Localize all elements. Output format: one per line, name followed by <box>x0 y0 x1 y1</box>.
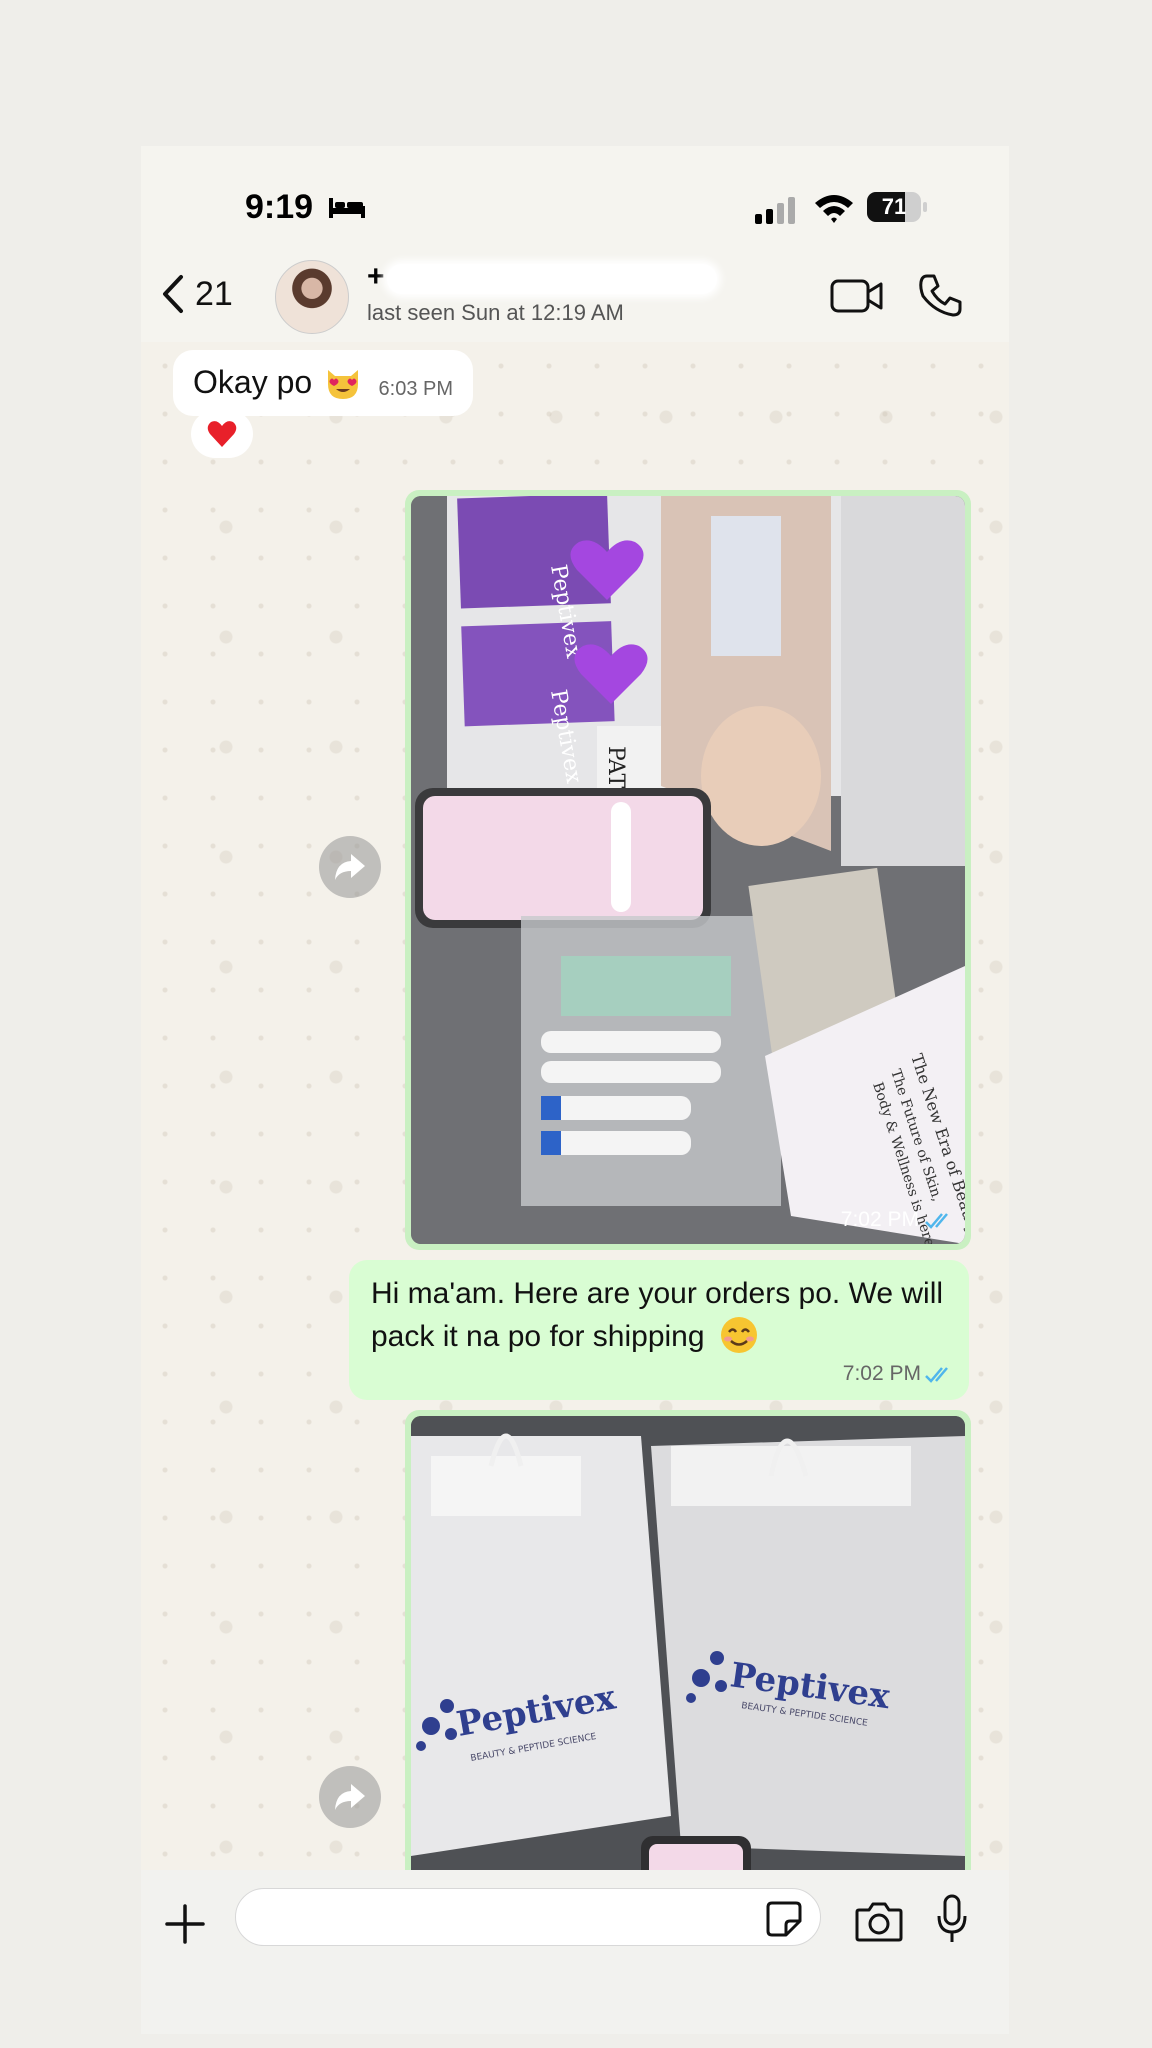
contact-name[interactable]: + <box>367 260 385 294</box>
message-text-field[interactable] <box>256 1899 740 1937</box>
redaction-mark <box>387 264 717 294</box>
battery-indicator: 71 <box>867 192 929 222</box>
message-input[interactable] <box>235 1888 821 1946</box>
cellular-signal-icon <box>755 197 795 224</box>
status-bar: 9:19 71 <box>141 146 1009 266</box>
camera-icon[interactable] <box>855 1900 903 1942</box>
message-text-wrap: Hi ma'am. Here are your orders po. We wi… <box>371 1272 949 1358</box>
chat-header: 21 + last seen Sun at 12:19 AM <box>141 250 1009 346</box>
message-text: Hi ma'am. Here are your orders po. We wi… <box>371 1277 944 1353</box>
heart-eyes-cat-icon <box>328 370 358 399</box>
message-reaction[interactable] <box>191 410 253 458</box>
forward-arrow-icon <box>335 854 365 880</box>
chevron-left-icon <box>163 275 183 313</box>
sticker-icon[interactable] <box>766 1901 802 1937</box>
contact-avatar[interactable] <box>275 260 349 334</box>
status-time: 9:19 <box>245 188 314 226</box>
unread-count: 21 <box>195 274 233 313</box>
phone-call-icon[interactable] <box>917 272 963 318</box>
message-time: 7:02 PM <box>840 1208 919 1231</box>
read-receipt-icon <box>925 1367 948 1383</box>
microphone-icon[interactable] <box>937 1894 967 1944</box>
outgoing-text-message[interactable]: Hi ma'am. Here are your orders po. We wi… <box>349 1260 969 1400</box>
chat-messages[interactable]: Okay po 6:03 PM Peptivex Peptivex PATID … <box>141 342 1009 1870</box>
plus-icon[interactable] <box>165 1904 205 1944</box>
bags-photo-illustration: Peptivex Peptivex BEAUTY & PEPTIDE SCIEN… <box>411 1416 965 1870</box>
incoming-message[interactable]: Okay po 6:03 PM <box>173 350 473 416</box>
message-text: Okay po <box>193 364 313 400</box>
order-photo[interactable]: Peptivex Peptivex PATID The New Era of B… <box>411 496 965 1244</box>
sleep-focus-icon <box>329 198 365 218</box>
message-time: 7:02 PM <box>842 1362 921 1385</box>
smiling-face-icon <box>720 1317 757 1353</box>
outgoing-image-message[interactable]: Peptivex Peptivex PATID The New Era of B… <box>405 490 971 1250</box>
message-time: 6:03 PM <box>378 378 453 400</box>
last-seen-status: last seen Sun at 12:19 AM <box>367 300 624 325</box>
order-photo-illustration: Peptivex Peptivex PATID The New Era of B… <box>411 496 965 1244</box>
red-heart-icon <box>207 421 237 447</box>
message-input-bar <box>141 1870 1009 2034</box>
forward-button[interactable] <box>319 836 381 898</box>
forward-button[interactable] <box>319 1766 381 1828</box>
wifi-icon <box>815 195 853 223</box>
outgoing-image-message[interactable]: Peptivex Peptivex BEAUTY & PEPTIDE SCIEN… <box>405 1410 971 1870</box>
bags-photo[interactable]: Peptivex Peptivex BEAUTY & PEPTIDE SCIEN… <box>411 1416 965 1870</box>
forward-arrow-icon <box>335 1784 365 1810</box>
battery-percent: 71 <box>881 194 907 219</box>
phone-screen: 9:19 71 21 + last seen Sun at 12:19 AM O… <box>141 146 1009 2034</box>
back-button[interactable]: 21 <box>161 266 233 322</box>
read-receipt-icon <box>925 1213 948 1229</box>
video-call-icon[interactable] <box>829 276 885 316</box>
